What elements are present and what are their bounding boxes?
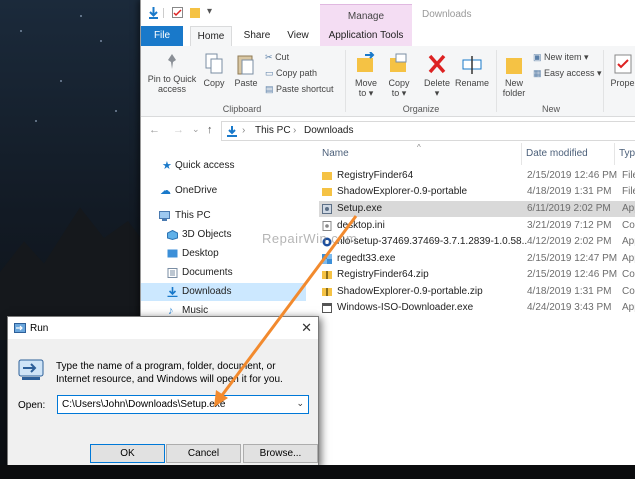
taskbar	[0, 465, 635, 479]
annotation-arrow	[214, 215, 358, 407]
